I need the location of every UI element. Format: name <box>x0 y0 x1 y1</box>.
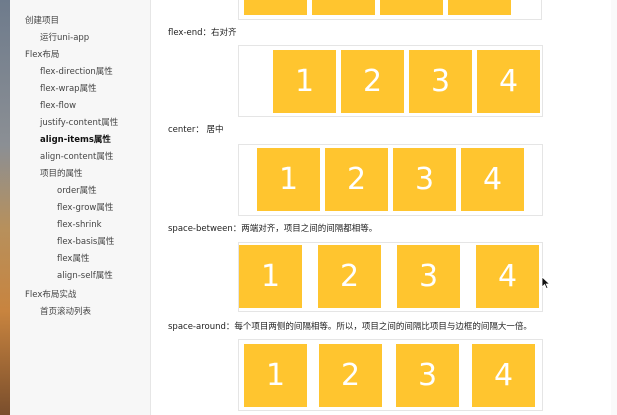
flex-box-4: 4 <box>461 148 524 211</box>
sidebar-item-flex-practice[interactable]: Flex布局实战 <box>10 287 165 304</box>
flex-box-2: 2 <box>319 344 382 407</box>
flex-box-3: 3 <box>397 245 460 308</box>
demo-frame-previous <box>238 0 542 20</box>
demo-frame-flex-end: 1 2 3 4 <box>238 45 543 117</box>
flex-box-1: 1 <box>244 344 307 407</box>
caption-center: center： 居中 <box>168 125 224 135</box>
flex-box-2: 2 <box>341 50 404 113</box>
sidebar-nav: 创建项目 运行uni-app Flex布局 flex-direction属性 f… <box>10 0 151 415</box>
flex-box-1: 1 <box>257 148 320 211</box>
flex-box <box>448 0 511 15</box>
flex-box-4: 4 <box>476 245 539 308</box>
doc-content: flex-end：右对齐 1 2 3 4 center： 居中 1 2 3 4 … <box>151 0 617 415</box>
flex-box <box>380 0 443 15</box>
page-scrollbar[interactable] <box>611 0 617 415</box>
demo-frame-space-between: 1 2 3 4 <box>238 242 543 312</box>
caption-space-around: space-around：每个项目两侧的间隔相等。所以，项目之间的间隔比项目与边… <box>168 322 532 332</box>
caption-flex-end: flex-end：右对齐 <box>168 28 237 38</box>
sidebar-item-create-project[interactable]: 创建项目 <box>10 13 165 30</box>
demo-frame-center: 1 2 3 4 <box>238 144 543 216</box>
flex-box-2: 2 <box>318 245 381 308</box>
flex-box-4: 4 <box>477 50 540 113</box>
flex-box <box>244 0 307 15</box>
flex-box-3: 3 <box>396 344 459 407</box>
desktop-background-edge <box>0 0 10 415</box>
flex-box-4: 4 <box>472 344 535 407</box>
flex-box-3: 3 <box>409 50 472 113</box>
sidebar-item-flex-layout[interactable]: Flex布局 <box>10 47 165 64</box>
caption-space-between: space-between：两端对齐，项目之间的间隔都相等。 <box>168 224 378 234</box>
flex-box-1: 1 <box>239 245 302 308</box>
mouse-pointer-icon <box>541 276 551 290</box>
demo-frame-space-around: 1 2 3 4 <box>238 339 543 411</box>
flex-box <box>312 0 375 15</box>
flex-box-2: 2 <box>325 148 388 211</box>
flex-box-3: 3 <box>393 148 456 211</box>
flex-box-1: 1 <box>273 50 336 113</box>
